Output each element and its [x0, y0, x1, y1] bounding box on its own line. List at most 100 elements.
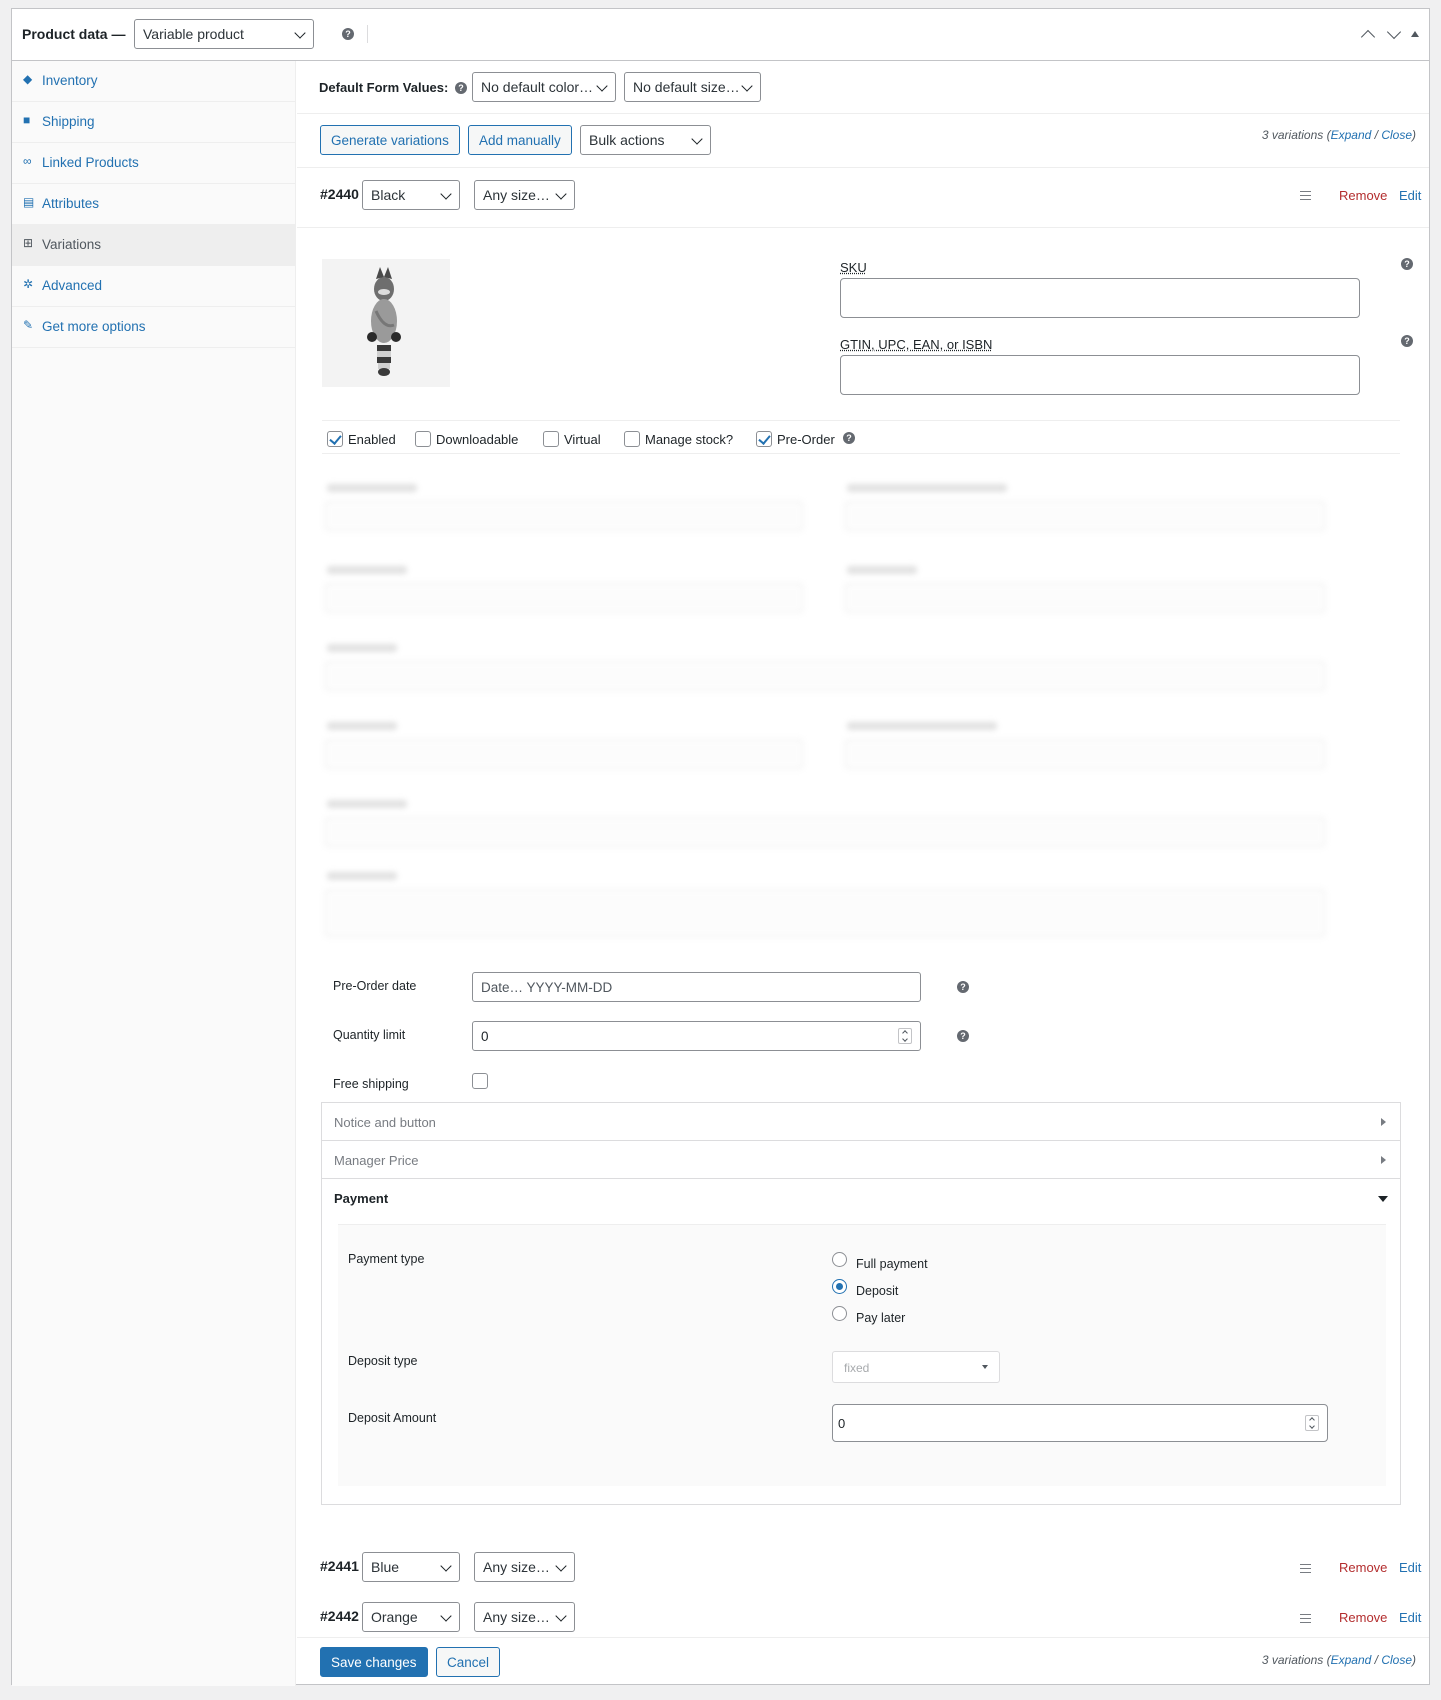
notice-and-button-section[interactable]: Notice and button: [322, 1103, 1400, 1141]
quantity-limit-value: 0: [481, 1029, 489, 1044]
caret-down-icon: [982, 1365, 988, 1369]
drag-handle-icon[interactable]: [1300, 1564, 1311, 1573]
edit-variation-link[interactable]: Edit: [1399, 188, 1421, 203]
variation-size-select[interactable]: Any size…: [474, 180, 575, 210]
expand-link[interactable]: Expand: [1331, 128, 1372, 142]
number-stepper[interactable]: [1305, 1415, 1319, 1431]
caret-right-icon: [1381, 1118, 1386, 1126]
edit-variation-link[interactable]: Edit: [1399, 1610, 1421, 1625]
grid-icon: ⊞: [23, 236, 34, 250]
preorder-settings-accordion: Notice and button Manager Price Payment …: [321, 1102, 1401, 1505]
help-icon[interactable]: ?: [1401, 335, 1413, 347]
variation-size-select[interactable]: Any size…: [474, 1602, 575, 1632]
toggle-panel-icon[interactable]: [1411, 31, 1419, 37]
expand-link[interactable]: Expand: [1331, 1653, 1372, 1667]
list-icon: ▤: [23, 195, 35, 209]
chevron-down-icon: [555, 188, 567, 200]
default-color-value: No default color…: [481, 79, 594, 95]
virtual-checkbox[interactable]: [543, 431, 559, 447]
caret-right-icon: [1381, 1156, 1386, 1164]
manage-stock-checkbox[interactable]: [624, 431, 640, 447]
chevron-down-icon: [596, 80, 608, 92]
help-icon[interactable]: ?: [957, 1030, 969, 1042]
variation-color-select[interactable]: Orange: [362, 1602, 460, 1632]
edit-variation-link[interactable]: Edit: [1399, 1560, 1421, 1575]
tab-label: Advanced: [42, 278, 103, 293]
save-changes-button[interactable]: Save changes: [320, 1647, 428, 1677]
deposit-amount-label: Deposit Amount: [348, 1411, 437, 1425]
full-payment-radio[interactable]: [832, 1252, 847, 1267]
variation-color-value: Orange: [371, 1609, 418, 1625]
variations-footer: Save changes Cancel 3 variations (Expand…: [297, 1638, 1429, 1686]
gear-icon: ✲: [23, 277, 34, 291]
move-down-icon[interactable]: [1386, 24, 1402, 40]
gtin-input[interactable]: [840, 355, 1360, 395]
generate-variations-button[interactable]: Generate variations: [320, 125, 460, 155]
variation-color-select[interactable]: Blue: [362, 1552, 460, 1582]
variation-header-2441[interactable]: #2441 Blue Any size… Remove Edit: [297, 1538, 1429, 1588]
help-icon[interactable]: ?: [957, 981, 969, 993]
pay-later-radio[interactable]: [832, 1306, 847, 1321]
variation-color-value: Blue: [371, 1559, 400, 1575]
tab-variations[interactable]: ⊞ Variations: [12, 225, 295, 266]
plugin-icon: ✎: [23, 318, 34, 332]
virtual-label: Virtual: [564, 432, 601, 447]
manager-price-section[interactable]: Manager Price: [322, 1141, 1400, 1179]
chevron-down-icon: [440, 188, 452, 200]
chevron-down-icon: [440, 1560, 452, 1572]
variation-size-value: Any size…: [483, 187, 550, 203]
chevron-down-icon: [555, 1610, 567, 1622]
tab-get-more-options[interactable]: ✎ Get more options: [12, 307, 295, 348]
free-shipping-label: Free shipping: [333, 1077, 409, 1091]
add-manually-button[interactable]: Add manually: [468, 125, 572, 155]
deposit-type-select[interactable]: fixed: [832, 1351, 1000, 1383]
tab-attributes[interactable]: ▤ Attributes: [12, 184, 295, 225]
tab-shipping[interactable]: ■ Shipping: [12, 102, 295, 143]
variation-header-2440[interactable]: #2440 Black Any size… Remove Edit: [297, 168, 1429, 228]
close-link[interactable]: Close: [1381, 128, 1412, 142]
sku-input[interactable]: [840, 278, 1360, 318]
chevron-down-icon: [440, 1610, 452, 1622]
variation-id: #2442: [320, 1608, 359, 1624]
variations-count: 3 variations (Expand / Close): [1261, 1653, 1416, 1667]
cancel-button[interactable]: Cancel: [436, 1647, 501, 1677]
bulk-actions-select[interactable]: Bulk actions: [580, 125, 711, 155]
remove-variation-link[interactable]: Remove: [1339, 1560, 1387, 1575]
deposit-amount-value: 0: [838, 1416, 846, 1431]
variations-toolbar: Generate variations Add manually Bulk ac…: [297, 114, 1429, 168]
tab-inventory[interactable]: ◆ Inventory: [12, 61, 295, 102]
deposit-amount-input[interactable]: 0: [832, 1404, 1328, 1442]
close-link[interactable]: Close: [1381, 1653, 1412, 1667]
help-icon[interactable]: ?: [843, 432, 855, 444]
remove-variation-link[interactable]: Remove: [1339, 188, 1387, 203]
product-type-select[interactable]: Variable product: [134, 19, 314, 49]
default-color-select[interactable]: No default color…: [472, 72, 616, 102]
drag-handle-icon[interactable]: [1300, 1614, 1311, 1623]
product-type-value: Variable product: [143, 26, 244, 42]
product-data-panel: Product data — Variable product ? ◆ Inve…: [11, 8, 1430, 1686]
quantity-limit-input[interactable]: 0: [472, 1021, 921, 1051]
variation-image[interactable]: [322, 259, 450, 387]
help-icon[interactable]: ?: [1401, 258, 1413, 270]
free-shipping-checkbox[interactable]: [472, 1073, 488, 1089]
number-stepper[interactable]: [898, 1028, 912, 1044]
variation-header-2442[interactable]: #2442 Orange Any size… Remove Edit: [297, 1588, 1429, 1638]
pre-order-checkbox[interactable]: [756, 431, 772, 447]
help-icon[interactable]: ?: [455, 82, 467, 94]
variation-size-select[interactable]: Any size…: [474, 1552, 575, 1582]
default-size-select[interactable]: No default size…: [624, 72, 761, 102]
enabled-checkbox[interactable]: [327, 431, 343, 447]
tab-linked-products[interactable]: ∞ Linked Products: [12, 143, 295, 184]
tab-advanced[interactable]: ✲ Advanced: [12, 266, 295, 307]
remove-variation-link[interactable]: Remove: [1339, 1610, 1387, 1625]
downloadable-checkbox[interactable]: [415, 431, 431, 447]
variation-color-select[interactable]: Black: [362, 180, 460, 210]
variations-panel: Default Form Values: ? No default color……: [297, 61, 1429, 1684]
help-icon[interactable]: ?: [342, 28, 354, 40]
deposit-radio[interactable]: [832, 1279, 847, 1294]
move-up-icon[interactable]: [1360, 29, 1376, 45]
preorder-date-input[interactable]: Date… YYYY-MM-DD: [472, 972, 921, 1002]
payment-section[interactable]: Payment: [322, 1179, 1400, 1217]
drag-handle-icon[interactable]: [1300, 191, 1311, 200]
raccoon-toy-image: [367, 267, 401, 376]
